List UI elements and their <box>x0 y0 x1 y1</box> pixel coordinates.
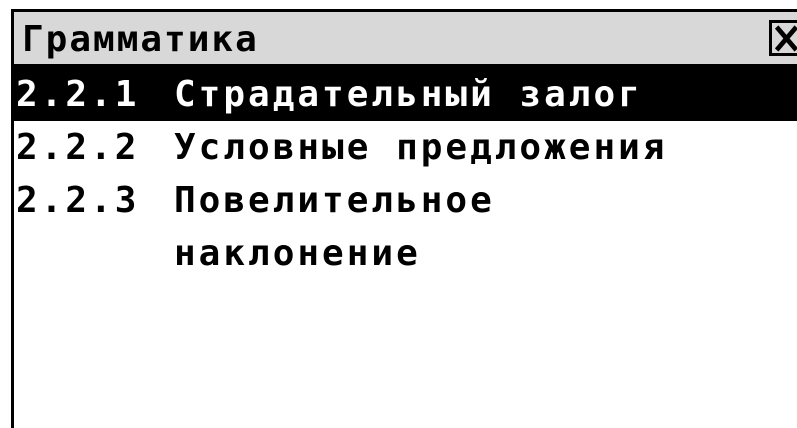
close-button[interactable] <box>769 20 797 56</box>
grammar-window: Грамматика 2.2.1 Страдательный залог 2.2.… <box>11 9 797 428</box>
list-item[interactable]: 2.2.3 Повелительное наклонение <box>14 174 797 280</box>
close-icon <box>774 25 797 52</box>
item-label-continuation: наклонение <box>174 233 421 274</box>
item-number: 2.2.1 <box>16 74 140 115</box>
item-label: Страдательный залог <box>174 74 643 115</box>
window-title: Грамматика <box>22 19 259 60</box>
title-bar: Грамматика <box>14 12 797 68</box>
item-number: 2.2.3 <box>16 180 140 221</box>
item-label: Повелительное <box>174 180 495 221</box>
list-item[interactable]: 2.2.1 Страдательный залог <box>14 68 797 121</box>
item-number: 2.2.2 <box>16 127 140 168</box>
list-item[interactable]: 2.2.2 Условные предложения <box>14 121 797 174</box>
topic-list: 2.2.1 Страдательный залог 2.2.2 Условные п… <box>14 68 797 280</box>
item-label: Условные предложения <box>174 127 668 168</box>
